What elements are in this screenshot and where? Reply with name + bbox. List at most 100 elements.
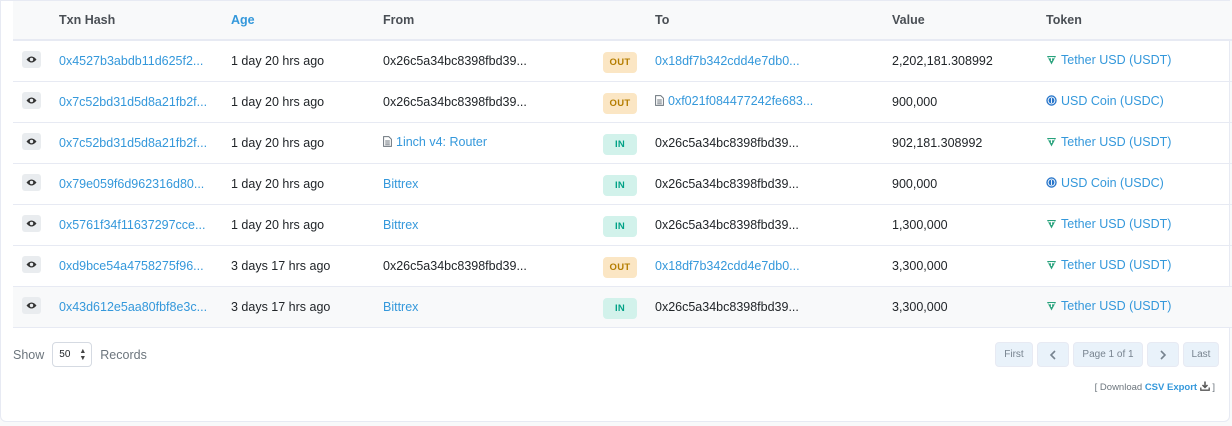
download-prefix: [ Download — [1094, 382, 1143, 393]
next-page-button[interactable] — [1147, 342, 1179, 367]
token-link[interactable]: Tether USD (USDT) — [1046, 204, 1232, 245]
txn-hash-link[interactable]: 0x43d612e5aa80fbf8e3c... — [59, 286, 231, 327]
header-value: Value — [892, 13, 925, 27]
eye-icon[interactable] — [22, 255, 41, 273]
to-address-text: 0x18df7b342cdd4e7db0... — [655, 258, 800, 273]
token-name: Tether USD (USDT) — [1061, 53, 1172, 68]
to-address[interactable]: 0xf021f084477242fe683... — [655, 81, 892, 122]
token-name: Tether USD (USDT) — [1061, 258, 1172, 272]
tether-icon — [1046, 136, 1057, 150]
to-address-text: 0x26c5a34bc8398fbd39... — [655, 299, 799, 314]
age-cell: 1 day 20 hrs ago — [231, 176, 325, 191]
to-address: 0x26c5a34bc8398fbd39... — [655, 286, 892, 327]
header-from: From — [383, 13, 415, 27]
token-name: USD Coin (USDC) — [1061, 94, 1164, 108]
prev-page-button[interactable] — [1037, 342, 1069, 367]
from-address-text: Bittrex — [383, 217, 419, 232]
csv-export-link[interactable]: CSV Export — [1145, 382, 1197, 393]
txn-hash-link[interactable]: 0x79e059f6d962316d80... — [59, 163, 231, 204]
from-address: 0x26c5a34bc8398fbd39... — [383, 245, 603, 286]
table-header-row: Txn Hash Age From To Value Token — [13, 1, 1232, 40]
token-link[interactable]: Tether USD (USDT) — [1046, 286, 1232, 327]
chevron-left-icon — [1049, 349, 1056, 360]
token-transfers-table: Txn Hash Age From To Value Token 0x4527b… — [13, 1, 1232, 328]
tether-icon — [1046, 218, 1057, 232]
page-size-value: 50 — [59, 349, 71, 360]
from-address[interactable]: Bittrex — [383, 286, 603, 327]
from-address-text: 0x26c5a34bc8398fbd39... — [383, 53, 527, 68]
last-page-button[interactable]: Last — [1183, 342, 1219, 367]
table-row: 0x79e059f6d962316d80... 1 day 20 hrs ago B… — [13, 163, 1232, 204]
show-label: Show — [13, 347, 45, 362]
eye-icon[interactable] — [22, 214, 41, 232]
token-link[interactable]: USD Coin (USDC) — [1046, 163, 1232, 204]
eye-icon[interactable] — [22, 173, 41, 191]
tether-icon — [1046, 300, 1057, 314]
value-cell: 900,000 — [892, 176, 938, 191]
age-cell: 1 day 20 hrs ago — [231, 94, 325, 109]
from-address[interactable]: Bittrex — [383, 204, 603, 245]
age-cell: 1 day 20 hrs ago — [231, 217, 325, 232]
txn-hash-link[interactable]: 0x4527b3abdb11d625f2... — [59, 40, 231, 81]
header-token: Token — [1046, 13, 1082, 27]
to-address[interactable]: 0x18df7b342cdd4e7db0... — [655, 40, 892, 81]
from-address-text: Bittrex — [383, 299, 419, 314]
direction-badge: IN — [603, 174, 637, 196]
usdc-icon — [1046, 95, 1057, 109]
direction-badge: OUT — [603, 92, 637, 114]
header-to: To — [655, 13, 670, 27]
table-row: 0x5761f34f11637297cce... 1 day 20 hrs ago… — [13, 204, 1232, 245]
direction-badge: IN — [603, 133, 637, 155]
from-address[interactable]: Bittrex — [383, 163, 603, 204]
token-name: Tether USD (USDT) — [1061, 217, 1172, 231]
eye-icon[interactable] — [22, 296, 41, 314]
download-icon[interactable] — [1199, 381, 1210, 391]
page-info: Page 1 of 1 — [1073, 342, 1143, 367]
direction-badge: IN — [603, 215, 637, 237]
table-row: 0x43d612e5aa80fbf8e3c... 3 days 17 hrs ag… — [13, 286, 1232, 327]
age-cell: 3 days 17 hrs ago — [231, 258, 331, 273]
token-transfers-card: Txn Hash Age From To Value Token 0x4527b… — [0, 0, 1232, 422]
direction-badge: OUT — [603, 256, 637, 278]
txn-hash-link[interactable]: 0x7c52bd31d5d8a21fb2f... — [59, 81, 231, 122]
value-cell: 3,300,000 — [892, 258, 948, 273]
to-address-text: 0xf021f084477242fe683... — [668, 94, 814, 108]
token-link[interactable]: Tether USD (USDT) — [1046, 122, 1232, 163]
page-size-select[interactable]: 50 ▲ ▼ — [52, 342, 93, 367]
chevron-right-icon — [1160, 349, 1167, 360]
direction-badge: OUT — [603, 51, 637, 73]
from-address-text: Bittrex — [383, 176, 419, 191]
to-address: 0x26c5a34bc8398fbd39... — [655, 122, 892, 163]
header-age[interactable]: Age — [231, 1, 383, 40]
value-cell: 900,000 — [892, 94, 938, 109]
value-cell: 902,181.308992 — [892, 135, 983, 150]
eye-icon[interactable] — [22, 91, 41, 109]
eye-icon[interactable] — [22, 50, 41, 68]
select-arrows-icon: ▲ ▼ — [79, 348, 87, 362]
first-page-button[interactable]: First — [995, 342, 1033, 367]
token-link[interactable]: Tether USD (USDT) — [1046, 40, 1232, 81]
to-address: 0x26c5a34bc8398fbd39... — [655, 163, 892, 204]
from-address: 0x26c5a34bc8398fbd39... — [383, 40, 603, 81]
from-address-text: 0x26c5a34bc8398fbd39... — [383, 258, 527, 273]
eye-icon[interactable] — [22, 132, 41, 150]
txn-hash-link[interactable]: 0x7c52bd31d5d8a21fb2f... — [59, 122, 231, 163]
txn-hash-link[interactable]: 0x5761f34f11637297cce... — [59, 204, 231, 245]
value-cell: 3,300,000 — [892, 299, 948, 314]
to-address-text: 0x26c5a34bc8398fbd39... — [655, 135, 799, 150]
download-suffix: ] — [1212, 382, 1215, 393]
usdc-icon — [1046, 177, 1057, 191]
token-name: USD Coin (USDC) — [1061, 176, 1164, 190]
txn-hash-link[interactable]: 0xd9bce54a4758275f96... — [59, 245, 231, 286]
value-cell: 1,300,000 — [892, 217, 948, 232]
table-row: 0x7c52bd31d5d8a21fb2f... 1 day 20 hrs ago… — [13, 81, 1232, 122]
file-icon — [655, 95, 664, 109]
to-address[interactable]: 0x18df7b342cdd4e7db0... — [655, 245, 892, 286]
value-cell: 2,202,181.308992 — [892, 53, 993, 68]
pagination: First Page 1 of 1 Last — [995, 342, 1219, 367]
token-link[interactable]: Tether USD (USDT) — [1046, 245, 1232, 286]
token-link[interactable]: USD Coin (USDC) — [1046, 81, 1232, 122]
from-address[interactable]: 1inch v4: Router — [383, 122, 603, 163]
age-cell: 1 day 20 hrs ago — [231, 135, 325, 150]
table-body: 0x4527b3abdb11d625f2... 1 day 20 hrs ago 0… — [13, 40, 1232, 327]
